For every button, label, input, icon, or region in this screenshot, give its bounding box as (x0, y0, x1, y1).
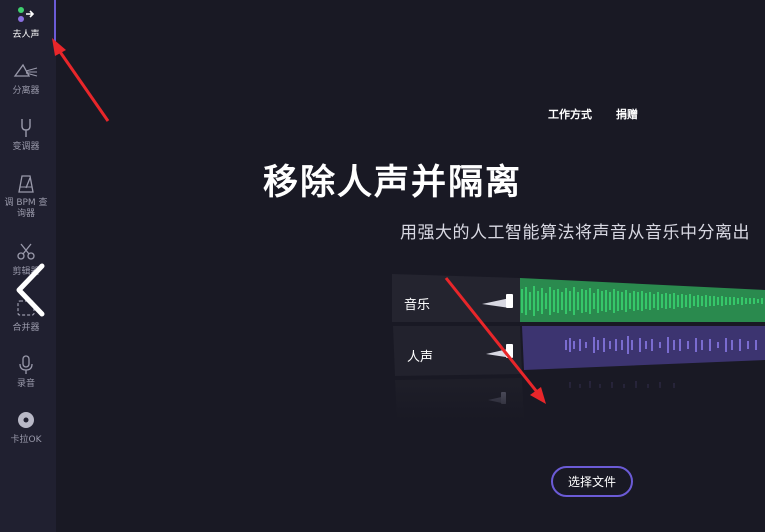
annotation-arrows (52, 38, 546, 404)
sidebar-item-label: 变调器 (12, 142, 40, 152)
sidebar-item-label: 合并器 (12, 323, 40, 333)
sidebar-item-pitch-changer[interactable]: 变调器 (0, 118, 52, 153)
sidebar-item-label: 录音 (16, 379, 35, 389)
karaoke-icon (0, 411, 52, 433)
track-label-vocals: 人声 (407, 350, 434, 365)
page-title: 移除人声并隔离 (262, 163, 522, 203)
back-chevron-icon[interactable] (14, 262, 46, 318)
page-subtitle: 用强大的人工智能算法将声音从音乐中分离出 (400, 223, 750, 243)
sidebar-item-label: 卡拉OK (10, 435, 42, 445)
splitter-icon (0, 62, 52, 84)
sidebar-item-label: 分离器 (12, 86, 40, 96)
sidebar-item-recorder[interactable]: 录音 (0, 355, 52, 390)
waveform-preview: 音乐 人声 (390, 270, 765, 420)
select-file-button[interactable]: 选择文件 (551, 466, 633, 497)
track-label-music: 音乐 (404, 298, 431, 313)
sidebar-item-vocal-remover[interactable]: 去人声 (0, 6, 52, 41)
sidebar-item-splitter[interactable]: 分离器 (0, 62, 52, 97)
waveform-graphic (390, 270, 765, 420)
vocal-remover-icon (0, 6, 52, 28)
top-nav: 工作方式 捐赠 (0, 106, 765, 122)
sidebar-item-karaoke[interactable]: 卡拉OK (0, 411, 52, 446)
nav-how-it-works[interactable]: 工作方式 (548, 106, 592, 122)
nav-donate[interactable]: 捐赠 (616, 106, 638, 122)
active-indicator (54, 0, 56, 46)
microphone-icon (0, 355, 52, 377)
sidebar-item-label: 去人声 (12, 30, 40, 40)
